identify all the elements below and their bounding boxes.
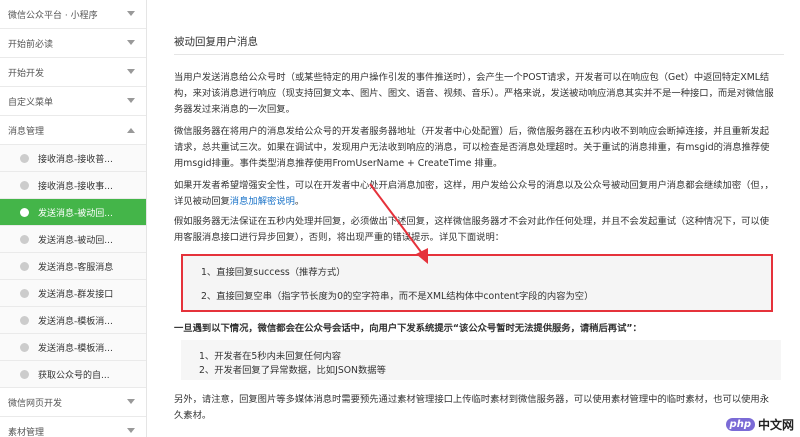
warning-text: 一旦遇到以下情况，微信都会在公众号会话中，向用户下发系统提示“该公众号暂时无法提… [174,323,642,334]
sidebar-label: 素材管理 [8,427,45,437]
encryption-paragraph: 如果开发者希望增强安全性，可以在开发者中心处开启消息加密，这样，用户发给公众号的… [174,178,774,210]
sidebar-label: 发送消息-模板消... [38,316,113,327]
option-success: 1、直接回复success（推荐方式） [201,267,346,278]
cases-list: 1、开发者在5秒内未回复任何内容 2、开发者回复了异常数据，比如JSON数据等 [181,340,781,380]
bullet-dot-icon [20,288,29,298]
sidebar-section[interactable]: 开始开发 [0,58,146,87]
sidebar-subitem[interactable]: 发送消息-被动回... [0,199,146,226]
bullet-dot-icon [20,315,29,325]
encryption-doc-link[interactable]: 消息加解密说明 [230,196,295,207]
sidebar-label: 发送消息-模板消... [38,343,113,354]
sidebar-label: 微信网页开发 [8,398,63,409]
sidebar-label: 自定义菜单 [8,97,54,108]
doc-content: 被动回复用户消息 当用户发送消息给公众号时（或某些特定的用户操作引发的事件推送时… [156,0,800,437]
bullet-dot-icon [20,342,29,352]
bullet-dot-icon [20,369,29,379]
sidebar-label: 消息管理 [8,126,45,137]
chevron-down-icon [126,96,136,106]
bullet-dot-icon [20,207,29,217]
sidebar-subitem[interactable]: 发送消息-群发接口 [0,280,146,307]
case-item: 1、开发者在5秒内未回复任何内容 [199,351,341,362]
title-divider [174,54,784,55]
sidebar-section[interactable]: 素材管理 [0,417,146,437]
sidebar-subitem[interactable]: 接收消息-接收普... [0,145,146,172]
page-title: 被动回复用户消息 [174,36,258,48]
bullet-dot-icon [20,234,29,244]
sidebar-subitem[interactable]: 发送消息-被动回... [0,226,146,253]
sidebar-section[interactable]: 自定义菜单 [0,87,146,116]
chevron-up-icon [126,125,136,135]
media-note-paragraph: 另外，请注意，回复图片等多媒体消息时需要预先通过素材管理接口上传临时素材到微信服… [174,394,770,421]
encryption-text-end: 。 [294,196,305,207]
option-empty-string: 2、直接回复空串（指字节长度为0的空字符串，而不是XML结构体中content字… [201,291,594,302]
sidebar-subitem[interactable]: 发送消息-模板消... [0,334,146,361]
sidebar-label: 发送消息-被动回... [38,235,113,246]
bullet-dot-icon [20,180,29,190]
sidebar-label: 发送消息-群发接口 [38,289,114,300]
sidebar-nav: 微信公众平台 · 小程序 开始前必读开始开发自定义菜单消息管理接收消息-接收普..… [0,0,147,437]
site-watermark: php 中文网 [725,416,794,433]
bullet-dot-icon [20,153,29,163]
timeout-paragraph: 假如服务器无法保证在五秒内处理并回复，必须做出下述回复，这样微信服务器才不会对此… [174,216,770,243]
sidebar-subitem[interactable]: 发送消息-模板消... [0,307,146,334]
chevron-down-icon [126,9,136,19]
sidebar-label: 发送消息-被动回... [38,208,113,219]
sidebar-subitem[interactable]: 接收消息-接收事... [0,172,146,199]
sidebar-label: 获取公众号的自... [38,370,110,381]
case-item: 2、开发者回复了异常数据，比如JSON数据等 [199,365,386,376]
sidebar-section[interactable]: 消息管理 [0,116,146,145]
sidebar-label: 接收消息-接收事... [38,181,113,192]
retry-paragraph: 微信服务器在将用户的消息发给公众号的开发者服务器地址（开发者中心处配置）后，微信… [174,126,770,169]
sidebar-label: 微信公众平台 · 小程序 [8,10,98,21]
sidebar-label: 开始前必读 [8,39,54,50]
chevron-down-icon [126,38,136,48]
sidebar-section[interactable]: 开始前必读 [0,29,146,58]
intro-paragraph: 当用户发送消息给公众号时（或某些特定的用户操作引发的事件推送时），会产生一个PO… [174,72,774,115]
sidebar-label: 开始开发 [8,68,45,79]
chevron-down-icon [126,426,136,436]
php-logo: php [725,418,755,431]
watermark-text: 中文网 [757,418,794,432]
sidebar-subitem[interactable]: 获取公众号的自... [0,361,146,388]
sidebar-section[interactable]: 微信网页开发 [0,388,146,417]
sidebar-subitem[interactable]: 发送消息-客服消息 [0,253,146,280]
bullet-dot-icon [20,261,29,271]
chevron-down-icon [126,397,136,407]
highlighted-options-box: 1、直接回复success（推荐方式） 2、直接回复空串（指字节长度为0的空字符… [181,254,773,312]
chevron-down-icon [126,67,136,77]
sidebar-label: 接收消息-接收普... [38,154,113,165]
sidebar-label: 发送消息-客服消息 [38,262,114,273]
sidebar-section[interactable]: 微信公众平台 · 小程序 [0,0,146,29]
